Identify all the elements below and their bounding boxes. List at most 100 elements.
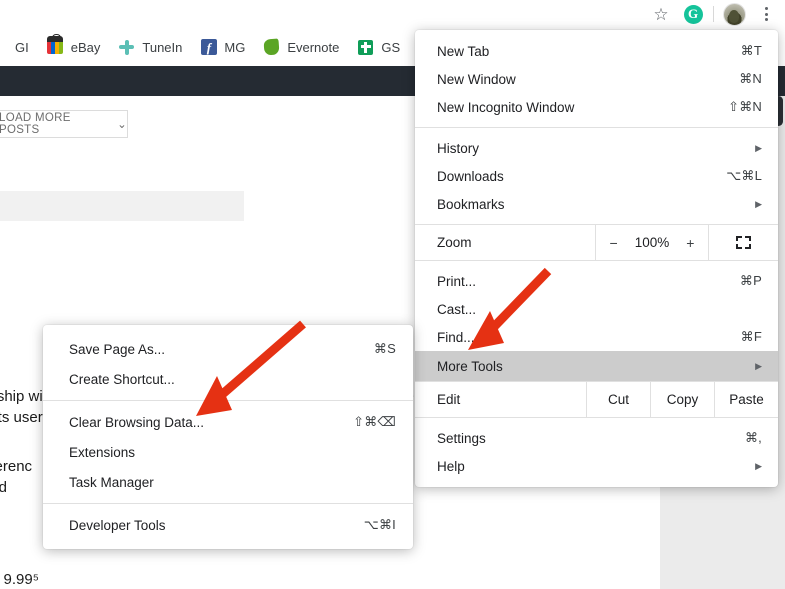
submenu-item-task-manager[interactable]: Task Manager: [43, 467, 413, 497]
article-headline[interactable]: p 9.99⁵ 43,574: [0, 569, 39, 589]
chrome-menu-icon[interactable]: [751, 0, 781, 28]
bookmark-label: MG: [224, 39, 246, 55]
menu-item-label: Task Manager: [69, 474, 154, 490]
menu-item-accelerator: ⇧⌘N: [728, 99, 762, 114]
menu-item-find[interactable]: Find... ⌘F: [415, 323, 778, 351]
menu-item-accelerator: ⌥⌘I: [363, 517, 396, 532]
menu-item-accelerator: ⇧⌘⌫: [353, 414, 396, 429]
bookmark-ebay[interactable]: eBay: [38, 34, 110, 60]
menu-row-zoom: Zoom − 100% +: [415, 224, 778, 261]
star-glyph: ☆: [653, 4, 669, 24]
submenu-item-create-shortcut[interactable]: Create Shortcut...: [43, 364, 413, 394]
chevron-right-icon: ▶: [755, 142, 762, 153]
submenu-item-clear-browsing-data[interactable]: Clear Browsing Data... ⇧⌘⌫: [43, 407, 413, 437]
menu-item-bookmarks[interactable]: Bookmarks ▶: [415, 190, 778, 218]
content-placeholder-block: [0, 191, 244, 221]
menu-item-history[interactable]: History ▶: [415, 134, 778, 162]
chevron-right-icon: ▶: [755, 360, 762, 371]
menu-separator: [415, 127, 778, 128]
menu-item-label: Save Page As...: [69, 341, 166, 357]
bookmark-gi[interactable]: GI: [6, 36, 38, 59]
chevron-right-icon: ▶: [755, 460, 762, 471]
bookmark-star-icon[interactable]: ☆: [646, 0, 676, 28]
fullscreen-icon: [736, 236, 751, 249]
chevron-right-icon: ▶: [755, 198, 762, 209]
grammarly-extension-icon[interactable]: G: [678, 0, 708, 28]
menu-item-accelerator: ⌥⌘L: [726, 168, 762, 183]
chrome-main-menu: New Tab ⌘T New Window ⌘N New Incognito W…: [415, 30, 778, 487]
profile-avatar[interactable]: [719, 0, 749, 28]
bookmark-gs[interactable]: GS: [348, 35, 409, 60]
menu-item-label: New Incognito Window: [437, 99, 575, 115]
menu-item-settings[interactable]: Settings ⌘,: [415, 424, 778, 452]
zoom-in-button[interactable]: +: [686, 235, 694, 251]
menu-item-label: Extensions: [69, 444, 136, 460]
bookmark-evernote[interactable]: Evernote: [254, 35, 348, 60]
evernote-icon: [263, 38, 280, 56]
menu-item-accelerator: ⌘S: [373, 341, 396, 356]
bookmark-label: GI: [15, 39, 29, 55]
grammarly-glyph: G: [683, 4, 703, 24]
submenu-item-developer-tools[interactable]: Developer Tools ⌥⌘I: [43, 510, 413, 540]
zoom-controls: − 100% +: [595, 225, 708, 260]
menu-item-accelerator: ⌘T: [740, 43, 762, 58]
bookmark-label: Evernote: [287, 39, 340, 55]
zoom-level-value: 100%: [634, 235, 670, 250]
chevron-down-icon: ⌄: [117, 119, 127, 131]
browser-toolbar: ☆ G: [0, 0, 785, 28]
paste-button[interactable]: Paste: [714, 382, 778, 417]
toolbar-action-icons: ☆ G: [646, 0, 781, 28]
google-sheets-icon: [357, 39, 374, 56]
menu-item-label: Developer Tools: [69, 517, 166, 533]
menu-item-cast[interactable]: Cast...: [415, 295, 778, 323]
zoom-out-button[interactable]: −: [610, 235, 618, 251]
bookmark-mg[interactable]: f MG: [191, 35, 254, 60]
menu-item-new-window[interactable]: New Window ⌘N: [415, 65, 778, 93]
menu-item-label: Cast...: [437, 301, 477, 317]
menu-item-label: Settings: [437, 430, 486, 446]
menu-item-label: New Tab: [437, 43, 490, 59]
browser-window: ☆ G GI eBay TuneIn f MG Evernote GS LOAD…: [0, 0, 785, 589]
submenu-item-extensions[interactable]: Extensions: [43, 437, 413, 467]
bookmark-tunein[interactable]: TuneIn: [109, 35, 191, 60]
menu-item-label: Find...: [437, 329, 475, 345]
menu-item-label: Downloads: [437, 168, 504, 184]
menu-item-accelerator: ⌘P: [739, 273, 762, 288]
menu-item-label: More Tools: [437, 358, 503, 374]
menu-item-label: Help: [437, 458, 465, 474]
menu-item-label: New Window: [437, 71, 516, 87]
bookmark-label: TuneIn: [142, 39, 183, 55]
menu-item-new-tab[interactable]: New Tab ⌘T: [415, 37, 778, 65]
menu-separator: [43, 400, 413, 401]
tunein-icon: [118, 39, 135, 56]
load-more-posts-button[interactable]: LOAD MORE POSTS ⌄: [0, 110, 128, 138]
menu-item-label: Bookmarks: [437, 196, 505, 212]
menu-item-accelerator: ⌘N: [739, 71, 762, 86]
menu-item-label: Clear Browsing Data...: [69, 414, 205, 430]
ebay-icon: [47, 34, 64, 56]
article-headline[interactable]: nferenc hed: [0, 456, 32, 498]
three-dots-glyph: [764, 7, 768, 21]
menu-item-label: Print...: [437, 273, 477, 289]
menu-item-help[interactable]: Help ▶: [415, 452, 778, 480]
menu-item-new-incognito-window[interactable]: New Incognito Window ⇧⌘N: [415, 93, 778, 121]
cut-button[interactable]: Cut: [586, 382, 650, 417]
menu-item-label: Create Shortcut...: [69, 371, 175, 387]
toolbar-divider: [713, 6, 714, 22]
menu-separator: [43, 503, 413, 504]
facebook-icon: f: [200, 39, 217, 56]
menu-item-accelerator: ⌘,: [744, 430, 762, 445]
bookmark-label: GS: [381, 39, 401, 55]
edit-label: Edit: [437, 392, 461, 407]
menu-item-print[interactable]: Print... ⌘P: [415, 267, 778, 295]
submenu-item-save-page-as[interactable]: Save Page As... ⌘S: [43, 334, 413, 364]
bookmark-label: eBay: [70, 39, 101, 55]
load-more-label: LOAD MORE POSTS: [0, 112, 71, 136]
more-tools-submenu: Save Page As... ⌘S Create Shortcut... Cl…: [43, 325, 413, 549]
menu-item-more-tools[interactable]: More Tools ▶: [415, 351, 778, 381]
copy-button[interactable]: Copy: [650, 382, 714, 417]
avatar-image: [722, 2, 746, 26]
menu-item-downloads[interactable]: Downloads ⌥⌘L: [415, 162, 778, 190]
fullscreen-button[interactable]: [708, 225, 778, 260]
menu-row-edit: Edit Cut Copy Paste: [415, 381, 778, 418]
